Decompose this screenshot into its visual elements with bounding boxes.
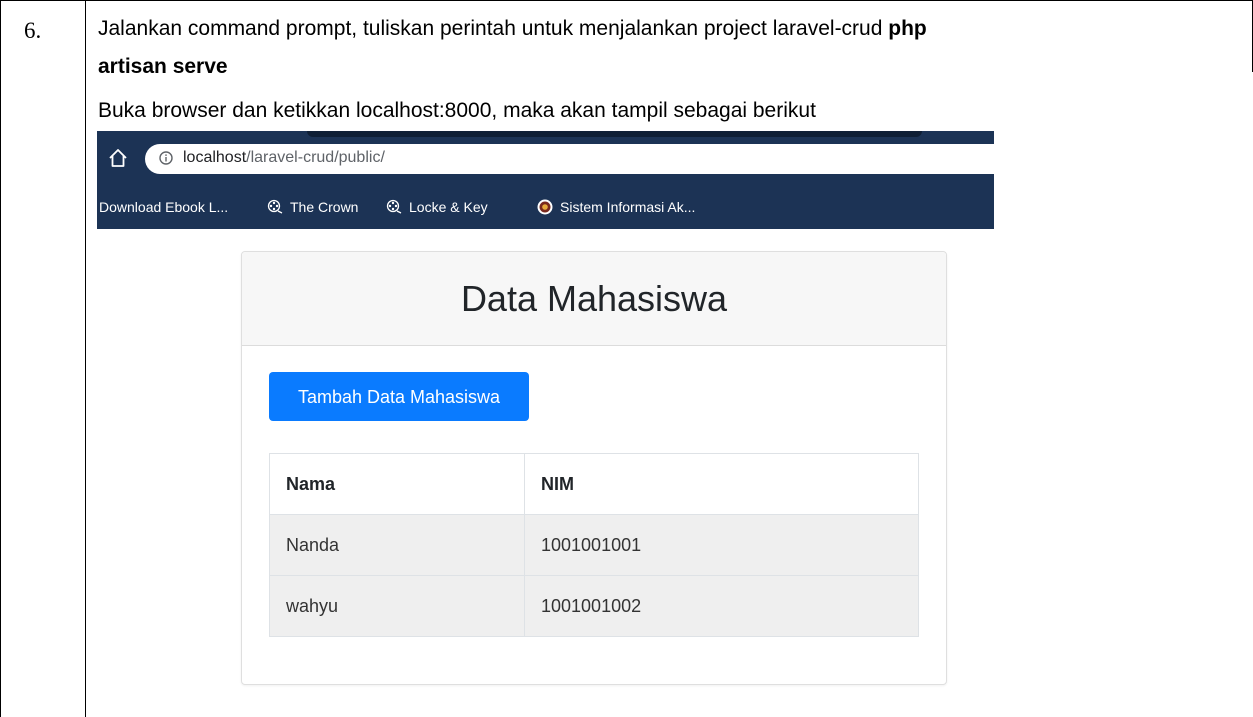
bookmark-sistem-informasi[interactable]: Sistem Informasi Ak... bbox=[537, 199, 695, 215]
instruction-line-3: Buka browser dan ketikkan localhost:8000… bbox=[98, 99, 816, 122]
cell-nim: 1001001002 bbox=[524, 575, 919, 637]
bookmark-the-crown[interactable]: The Crown bbox=[267, 199, 358, 215]
table-border-top bbox=[0, 0, 1253, 1]
url-text[interactable]: localhost/laravel-crud/public/ bbox=[183, 149, 385, 167]
bookmark-locke-key[interactable]: Locke & Key bbox=[386, 199, 488, 215]
instruction-line-2: artisan serve bbox=[98, 52, 228, 82]
bookmark-label: The Crown bbox=[290, 199, 359, 215]
instruction-command-part1: php bbox=[888, 17, 927, 40]
tab-strip bbox=[307, 131, 922, 137]
page-title: Data Mahasiswa bbox=[460, 278, 728, 319]
table-border-left bbox=[0, 0, 1, 717]
instruction-line-1: Jalankan command prompt, tuliskan perint… bbox=[98, 14, 927, 44]
film-reel-icon bbox=[386, 199, 402, 214]
bookmark-download-ebook[interactable]: Download Ebook L... bbox=[99, 199, 228, 215]
bookmark-label: Download Ebook L... bbox=[99, 199, 229, 215]
data-card: Data Mahasiswa Tambah Data Mahasiswa Nam… bbox=[241, 251, 947, 685]
browser-chrome: localhost/laravel-crud/public/ Download … bbox=[97, 131, 994, 229]
film-reel-icon bbox=[267, 199, 283, 214]
instruction-text: Jalankan command prompt, tuliskan perint… bbox=[98, 17, 889, 40]
column-header-nama: Nama bbox=[269, 453, 525, 515]
browser-screenshot: localhost/laravel-crud/public/ Download … bbox=[97, 131, 994, 717]
bookmark-label: Sistem Informasi Ak... bbox=[560, 199, 696, 215]
info-icon[interactable] bbox=[159, 151, 173, 165]
url-path: /laravel-crud/public/ bbox=[246, 149, 385, 166]
address-bar[interactable]: localhost/laravel-crud/public/ bbox=[145, 144, 994, 174]
table-header-row: Nama NIM bbox=[269, 453, 919, 515]
cell-nama: Nanda bbox=[269, 514, 525, 576]
bookmarks-bar: Download Ebook L... The Crown Locke & Ke… bbox=[97, 195, 994, 221]
instruction-command-part2: artisan serve bbox=[98, 55, 228, 78]
cell-nama: wahyu bbox=[269, 575, 525, 637]
university-logo-icon bbox=[537, 199, 553, 215]
table-border-divider bbox=[85, 0, 86, 717]
column-header-nim: NIM bbox=[524, 453, 919, 515]
home-icon[interactable] bbox=[107, 147, 129, 169]
url-host: localhost bbox=[183, 149, 247, 166]
bookmark-label: Locke & Key bbox=[409, 199, 488, 215]
card-header: Data Mahasiswa bbox=[242, 252, 946, 346]
table-row: wahyu 1001001002 bbox=[269, 575, 919, 637]
mahasiswa-table: Nama NIM Nanda 1001001001 wahyu 10010010… bbox=[269, 453, 919, 637]
table-row: Nanda 1001001001 bbox=[269, 514, 919, 576]
add-mahasiswa-button[interactable]: Tambah Data Mahasiswa bbox=[269, 372, 529, 421]
step-number: 6. bbox=[24, 18, 42, 43]
cell-nim: 1001001001 bbox=[524, 514, 919, 576]
